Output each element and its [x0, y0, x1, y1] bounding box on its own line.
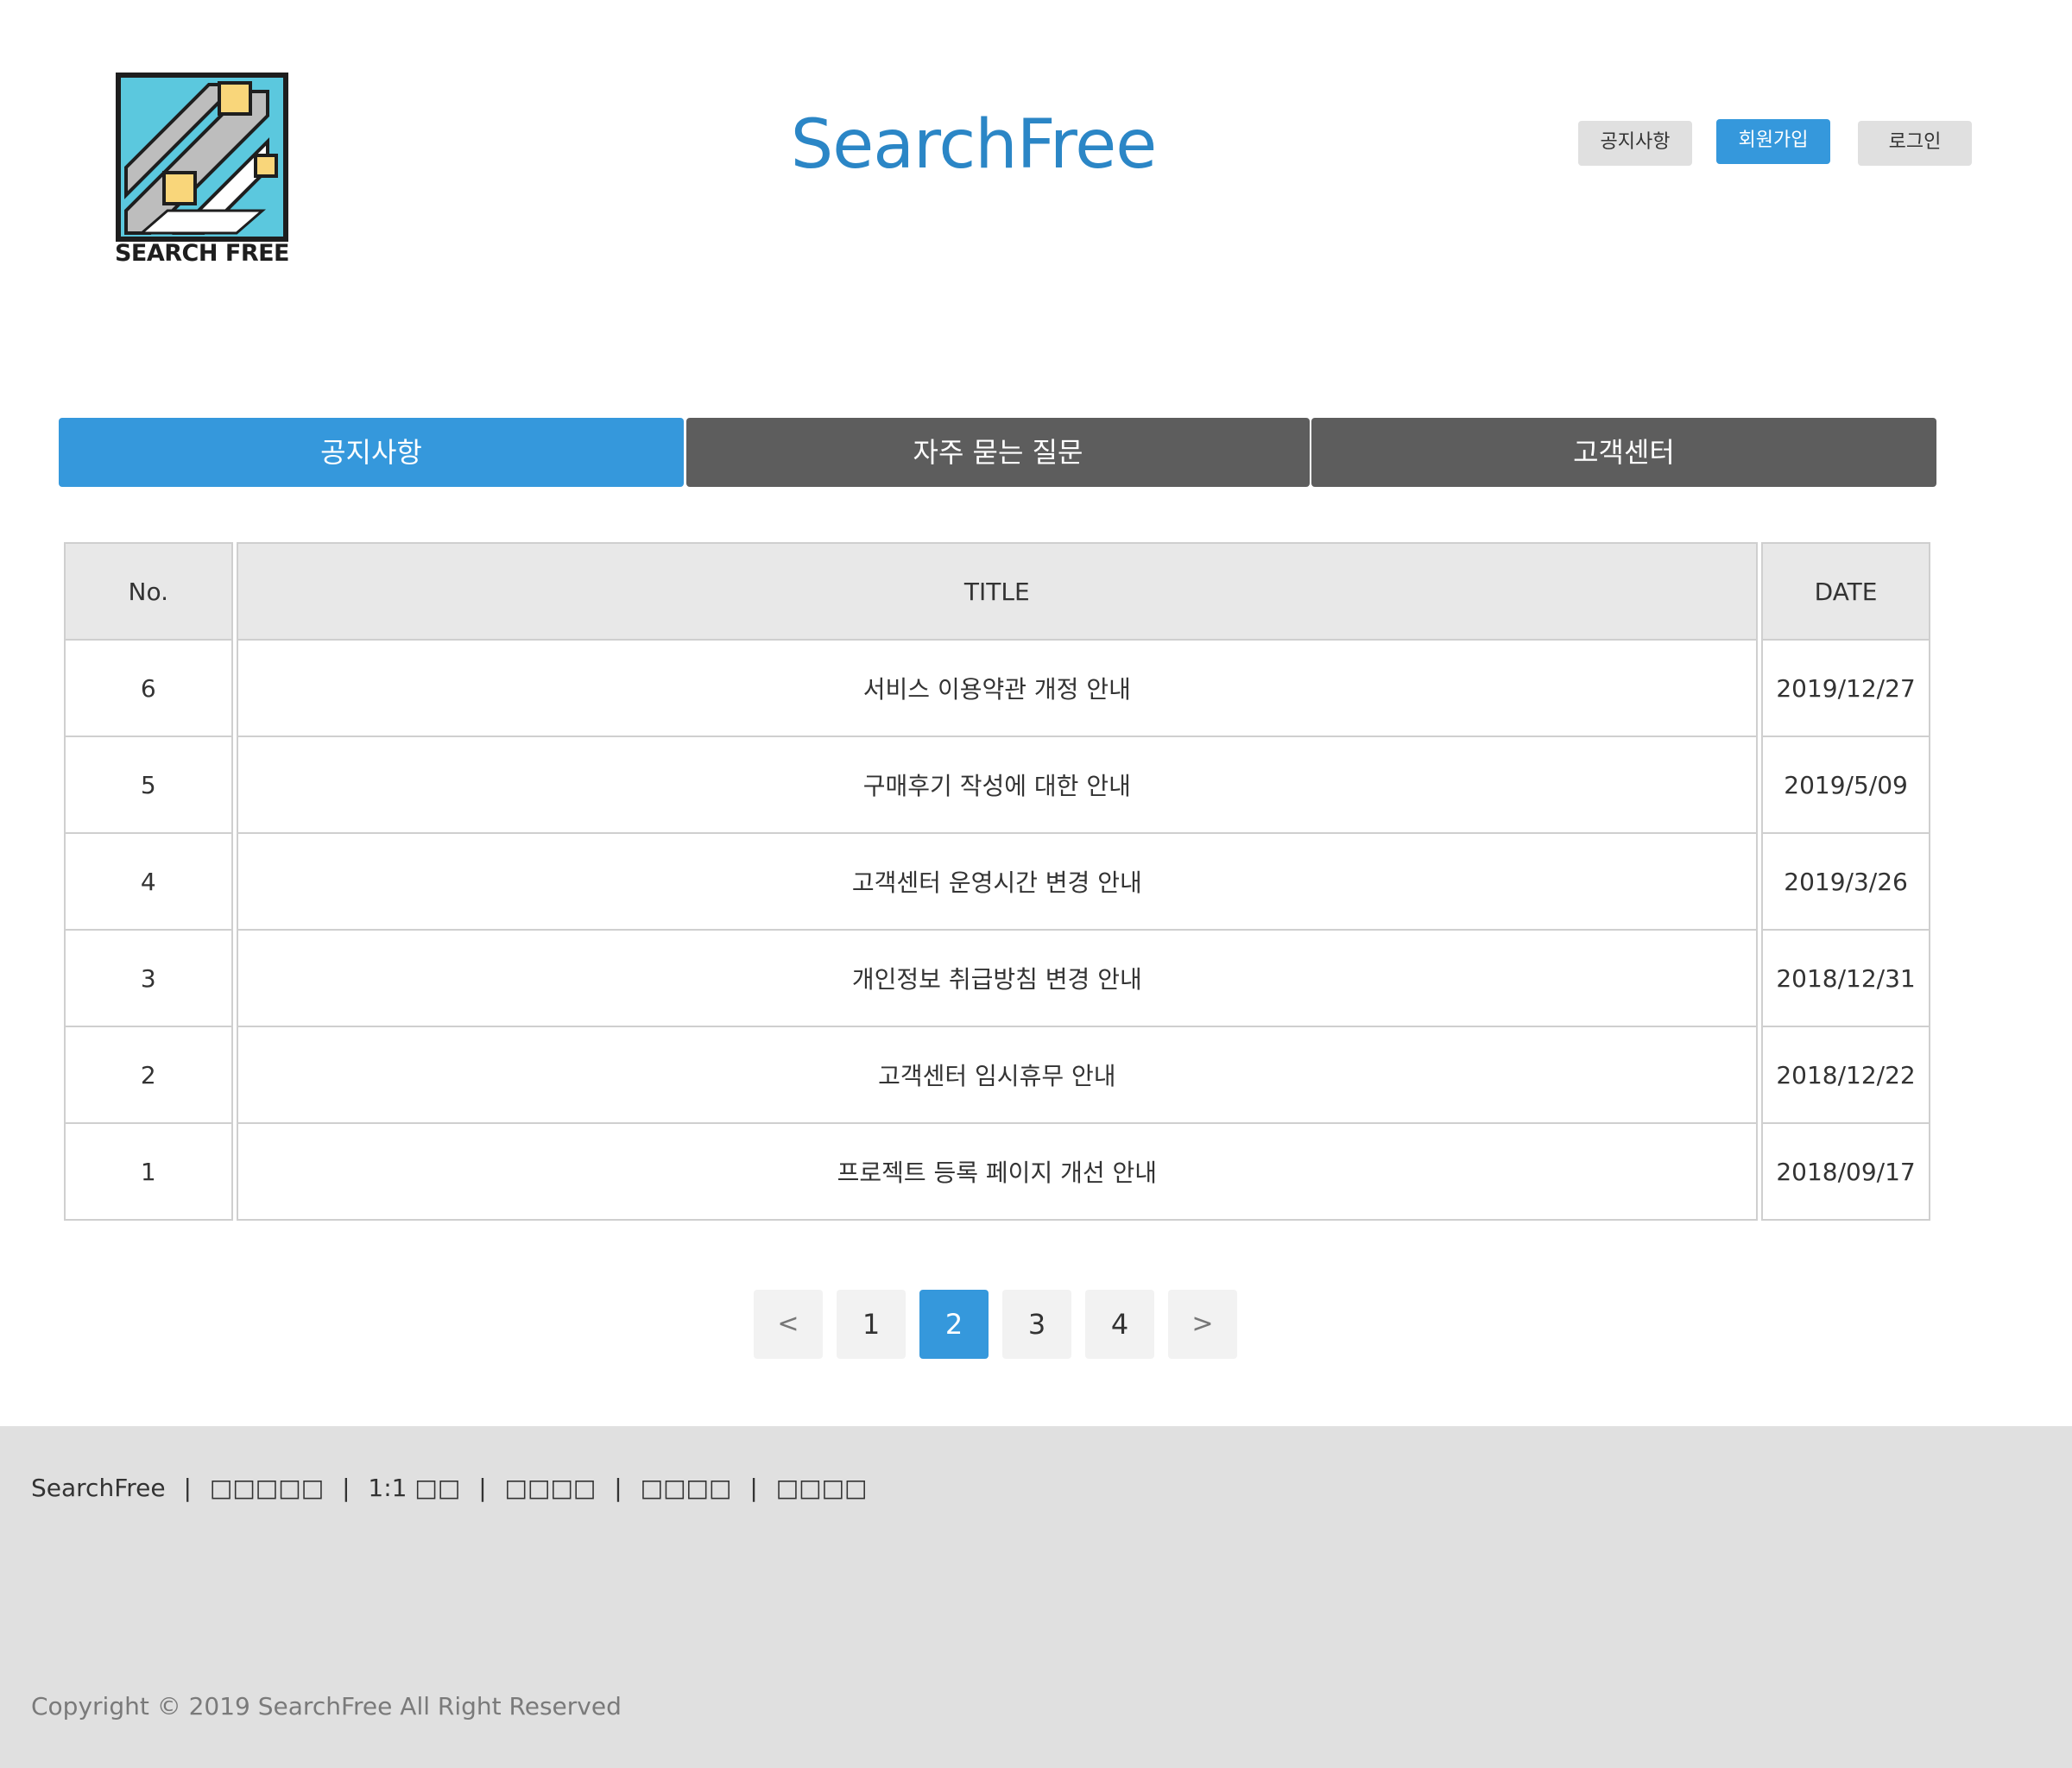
row-title-link[interactable]: 구매후기 작성에 대한 안내: [236, 737, 1759, 834]
row-date: 2018/12/31: [1761, 931, 1930, 1027]
prev-page-button[interactable]: <: [754, 1290, 823, 1359]
row-no: 4: [64, 834, 233, 931]
footer-brand: SearchFree: [31, 1474, 166, 1502]
header-title: TITLE: [236, 542, 1759, 641]
page-1-button[interactable]: 1: [837, 1290, 906, 1359]
row-title-link[interactable]: 고객센터 임시휴무 안내: [236, 1027, 1759, 1124]
copyright-text: Copyright © 2019 SearchFree All Right Re…: [31, 1692, 622, 1721]
row-no: 5: [64, 737, 233, 834]
page-2-button[interactable]: 2: [919, 1290, 989, 1359]
row-no: 6: [64, 641, 233, 737]
row-title-link[interactable]: 서비스 이용약관 개정 안내: [236, 641, 1759, 737]
tab-faq[interactable]: 자주 묻는 질문: [686, 418, 1310, 487]
table-row[interactable]: 1 프로젝트 등록 페이지 개선 안내 2018/09/17: [64, 1124, 1930, 1221]
tab-notice[interactable]: 공지사항: [59, 418, 684, 487]
row-date: 2018/09/17: [1761, 1124, 1930, 1221]
notice-table: No. TITLE DATE 6 서비스 이용약관 개정 안내 2019/12/…: [60, 542, 1934, 1221]
row-date: 2019/3/26: [1761, 834, 1930, 931]
table-row[interactable]: 6 서비스 이용약관 개정 안내 2019/12/27: [64, 641, 1930, 737]
table-row[interactable]: 4 고객센터 운영시간 변경 안내 2019/3/26: [64, 834, 1930, 931]
site-title[interactable]: SearchFree: [777, 102, 1170, 188]
row-date: 2019/5/09: [1761, 737, 1930, 834]
next-page-button[interactable]: >: [1168, 1290, 1237, 1359]
footer-link[interactable]: 1:1 □□: [368, 1474, 460, 1502]
footer-separator: |: [183, 1474, 192, 1502]
footer-link[interactable]: □□□□: [505, 1474, 597, 1502]
row-title-link[interactable]: 고객센터 운영시간 변경 안내: [236, 834, 1759, 931]
header-no: No.: [64, 542, 233, 641]
tab-customer-center[interactable]: 고객센터: [1311, 418, 1936, 487]
table-header-row: No. TITLE DATE: [64, 542, 1930, 641]
row-no: 2: [64, 1027, 233, 1124]
notice-button[interactable]: 공지사항: [1578, 121, 1692, 166]
header-date: DATE: [1761, 542, 1930, 641]
table-row[interactable]: 5 구매후기 작성에 대한 안내 2019/5/09: [64, 737, 1930, 834]
page-3-button[interactable]: 3: [1002, 1290, 1071, 1359]
footer-separator: |: [749, 1474, 758, 1502]
footer-links: SearchFree | □□□□□ | 1:1 □□ | □□□□ | □□□…: [31, 1474, 868, 1502]
login-button[interactable]: 로그인: [1858, 121, 1972, 166]
footer: SearchFree | □□□□□ | 1:1 □□ | □□□□ | □□□…: [0, 1426, 2072, 1768]
table-row[interactable]: 3 개인정보 취급방침 변경 안내 2018/12/31: [64, 931, 1930, 1027]
row-no: 3: [64, 931, 233, 1027]
footer-link[interactable]: □□□□: [776, 1474, 868, 1502]
footer-separator: |: [478, 1474, 487, 1502]
footer-separator: |: [342, 1474, 351, 1502]
site-logo[interactable]: SEARCH FREE: [114, 71, 290, 269]
signup-button[interactable]: 회원가입: [1716, 119, 1830, 164]
row-date: 2019/12/27: [1761, 641, 1930, 737]
footer-link[interactable]: □□□□: [641, 1474, 732, 1502]
logo-text: SEARCH FREE: [114, 240, 290, 267]
row-title-link[interactable]: 개인정보 취급방침 변경 안내: [236, 931, 1759, 1027]
row-no: 1: [64, 1124, 233, 1221]
row-date: 2018/12/22: [1761, 1027, 1930, 1124]
table-row[interactable]: 2 고객센터 임시휴무 안내 2018/12/22: [64, 1027, 1930, 1124]
footer-separator: |: [614, 1474, 622, 1502]
footer-link[interactable]: □□□□□: [210, 1474, 324, 1502]
row-title-link[interactable]: 프로젝트 등록 페이지 개선 안내: [236, 1124, 1759, 1221]
search-free-logo-icon: [116, 73, 288, 242]
page-4-button[interactable]: 4: [1085, 1290, 1154, 1359]
